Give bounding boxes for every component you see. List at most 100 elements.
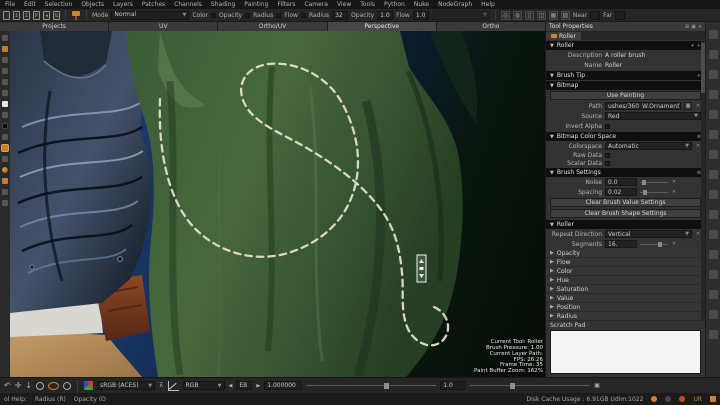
view-colorspace-dropdown[interactable]: sRGB (ACES)▼ bbox=[97, 381, 155, 390]
circle-brush-icon[interactable] bbox=[36, 382, 44, 390]
section-opacity-collapsed[interactable]: ▶Opacity bbox=[546, 249, 705, 258]
menu-selection[interactable]: Selection bbox=[41, 1, 77, 8]
menu-view[interactable]: View bbox=[333, 1, 355, 8]
menu-edit[interactable]: Edit bbox=[20, 1, 40, 8]
dock-python-icon[interactable] bbox=[709, 270, 718, 279]
status-idle-icon[interactable] bbox=[665, 396, 671, 402]
browse-file-icon[interactable]: ▣ bbox=[684, 102, 692, 110]
status-buffer-icon[interactable] bbox=[710, 396, 716, 402]
dot-tool-icon[interactable] bbox=[2, 189, 8, 195]
move-buffer-icon[interactable]: ✛ bbox=[15, 381, 22, 391]
repeat-direction-dropdown[interactable]: Vertical▼ bbox=[605, 230, 692, 238]
scratch-pad-canvas[interactable] bbox=[550, 330, 701, 374]
save-project-icon[interactable]: ↧ bbox=[23, 11, 30, 20]
dock-objects-icon[interactable] bbox=[709, 170, 718, 179]
clear-brush-shape-button[interactable]: Clear Brush Shape Settings bbox=[550, 209, 701, 218]
tool-properties-titlebar[interactable]: Tool Properties ⊞ ▣ × bbox=[545, 22, 705, 31]
flow-checkbox[interactable] bbox=[301, 13, 306, 18]
gain-slider[interactable] bbox=[306, 385, 436, 386]
segments-slider[interactable] bbox=[640, 244, 668, 245]
roller-tool-icon[interactable] bbox=[71, 10, 81, 20]
section-flow-collapsed[interactable]: ▶Flow bbox=[546, 258, 705, 267]
tab-ortho-uv[interactable]: Ortho/UV bbox=[218, 22, 326, 31]
far-field[interactable] bbox=[615, 11, 625, 20]
color-checkbox[interactable] bbox=[211, 13, 216, 18]
menu-nuke[interactable]: Nuke bbox=[410, 1, 433, 8]
archive-icon[interactable]: ⇅ bbox=[53, 11, 60, 20]
spacing-clear-icon[interactable]: ✕ bbox=[671, 189, 677, 195]
dock-lights-icon[interactable] bbox=[709, 130, 718, 139]
raw-data-checkbox[interactable] bbox=[605, 153, 610, 158]
bake-down-icon[interactable]: ↓ bbox=[25, 381, 32, 391]
eyedropper-icon[interactable] bbox=[2, 112, 8, 118]
mask-icon[interactable]: ◫ bbox=[537, 11, 546, 20]
dock-settings-icon[interactable] bbox=[709, 70, 718, 79]
dock-image-manager-icon[interactable] bbox=[709, 230, 718, 239]
dock-layers-icon[interactable] bbox=[709, 50, 718, 59]
noise-slider[interactable] bbox=[640, 182, 668, 183]
menu-nodegraph[interactable]: NodeGraph bbox=[434, 1, 476, 8]
stencil-tool-icon[interactable] bbox=[2, 178, 8, 184]
section-hue-collapsed[interactable]: ▶Hue bbox=[546, 276, 705, 285]
menu-help[interactable]: Help bbox=[477, 1, 499, 8]
dock-projectors-icon[interactable] bbox=[709, 210, 718, 219]
segments-clear-icon[interactable]: ✕ bbox=[671, 241, 677, 247]
paint-through-icon[interactable]: ◎ bbox=[501, 11, 510, 20]
section-color-collapsed[interactable]: ▶Color bbox=[546, 267, 705, 276]
grid-tool-icon[interactable] bbox=[2, 68, 8, 74]
swap-colors-icon[interactable] bbox=[2, 134, 8, 140]
colorspace-dropdown[interactable]: Automatic▼ bbox=[605, 142, 692, 150]
menu-channels[interactable]: Channels bbox=[170, 1, 206, 8]
stencil-icon[interactable]: ▦ bbox=[549, 11, 558, 20]
menu-painting[interactable]: Painting bbox=[240, 1, 272, 8]
menu-shading[interactable]: Shading bbox=[207, 1, 239, 8]
section-brush-tip[interactable]: ▼Brush Tip + bbox=[546, 71, 705, 80]
dock-canvas-icon[interactable] bbox=[709, 310, 718, 319]
new-project-icon[interactable] bbox=[3, 11, 10, 20]
dock-modo-icon[interactable] bbox=[709, 290, 718, 299]
menu-objects[interactable]: Objects bbox=[77, 1, 108, 8]
viewport-canvas[interactable]: Current Tool: Roller Brush Pressure: 1.0… bbox=[10, 31, 545, 377]
zoom-tool-icon[interactable] bbox=[2, 57, 8, 63]
select-tool-icon[interactable] bbox=[2, 35, 8, 41]
scalar-data-checkbox[interactable] bbox=[605, 161, 610, 166]
section-value-collapsed[interactable]: ▶Value bbox=[546, 294, 705, 303]
spacing-slider[interactable] bbox=[640, 192, 668, 193]
radius-checkbox[interactable] bbox=[276, 13, 281, 18]
blur-tool-icon[interactable] bbox=[2, 156, 8, 162]
menu-tools[interactable]: Tools bbox=[356, 1, 379, 8]
prev-icon[interactable]: ◀ bbox=[229, 381, 233, 391]
dock-stats-icon[interactable] bbox=[709, 330, 718, 339]
color-manager-icon[interactable] bbox=[84, 381, 93, 390]
dock-patches-icon[interactable] bbox=[709, 190, 718, 199]
mirror-icon[interactable]: ▯ bbox=[525, 11, 534, 20]
import-icon[interactable]: P bbox=[33, 11, 40, 20]
spacing-field[interactable]: 0.02 bbox=[605, 188, 637, 196]
use-painting-button[interactable]: Use Painting bbox=[550, 91, 701, 100]
source-dropdown[interactable]: Red▼ bbox=[605, 112, 701, 120]
panel-float-icon[interactable]: ▣ bbox=[691, 24, 696, 30]
tab-uv[interactable]: UV bbox=[109, 22, 217, 31]
menu-patches[interactable]: Patches bbox=[138, 1, 169, 8]
menu-layers[interactable]: Layers bbox=[109, 1, 137, 8]
opacity-checkbox[interactable] bbox=[245, 13, 250, 18]
next-icon[interactable]: ▶ bbox=[256, 381, 260, 391]
section-bitmap-color-space[interactable]: ▼Bitmap Color Space ⊗ bbox=[546, 132, 705, 141]
noise-field[interactable]: 0.0 bbox=[605, 178, 637, 186]
section-bitmap[interactable]: ▼Bitmap bbox=[546, 81, 705, 90]
section-position-collapsed[interactable]: ▶Position bbox=[546, 303, 705, 312]
undo-stroke-icon[interactable]: ↶ bbox=[4, 381, 11, 391]
opacity-field[interactable]: 1.0 bbox=[377, 11, 393, 20]
export-icon[interactable]: ◂ bbox=[43, 11, 50, 20]
near-field[interactable] bbox=[590, 11, 600, 20]
transform-tool-icon[interactable] bbox=[2, 46, 8, 52]
tab-projects[interactable]: Projects bbox=[0, 22, 108, 31]
dock-history-icon[interactable] bbox=[709, 90, 718, 99]
checker-tool-icon[interactable] bbox=[2, 200, 8, 206]
menu-camera[interactable]: Camera bbox=[300, 1, 332, 8]
lut-curve-icon[interactable] bbox=[168, 381, 179, 391]
end-toggle-icon[interactable]: ▣ bbox=[594, 381, 600, 391]
section-roller[interactable]: ▼Roller ▾ + bbox=[546, 41, 705, 50]
clear-brush-value-button[interactable]: Clear Brush Value Settings bbox=[550, 198, 701, 207]
gamma-field[interactable]: 1.0 bbox=[440, 381, 466, 390]
